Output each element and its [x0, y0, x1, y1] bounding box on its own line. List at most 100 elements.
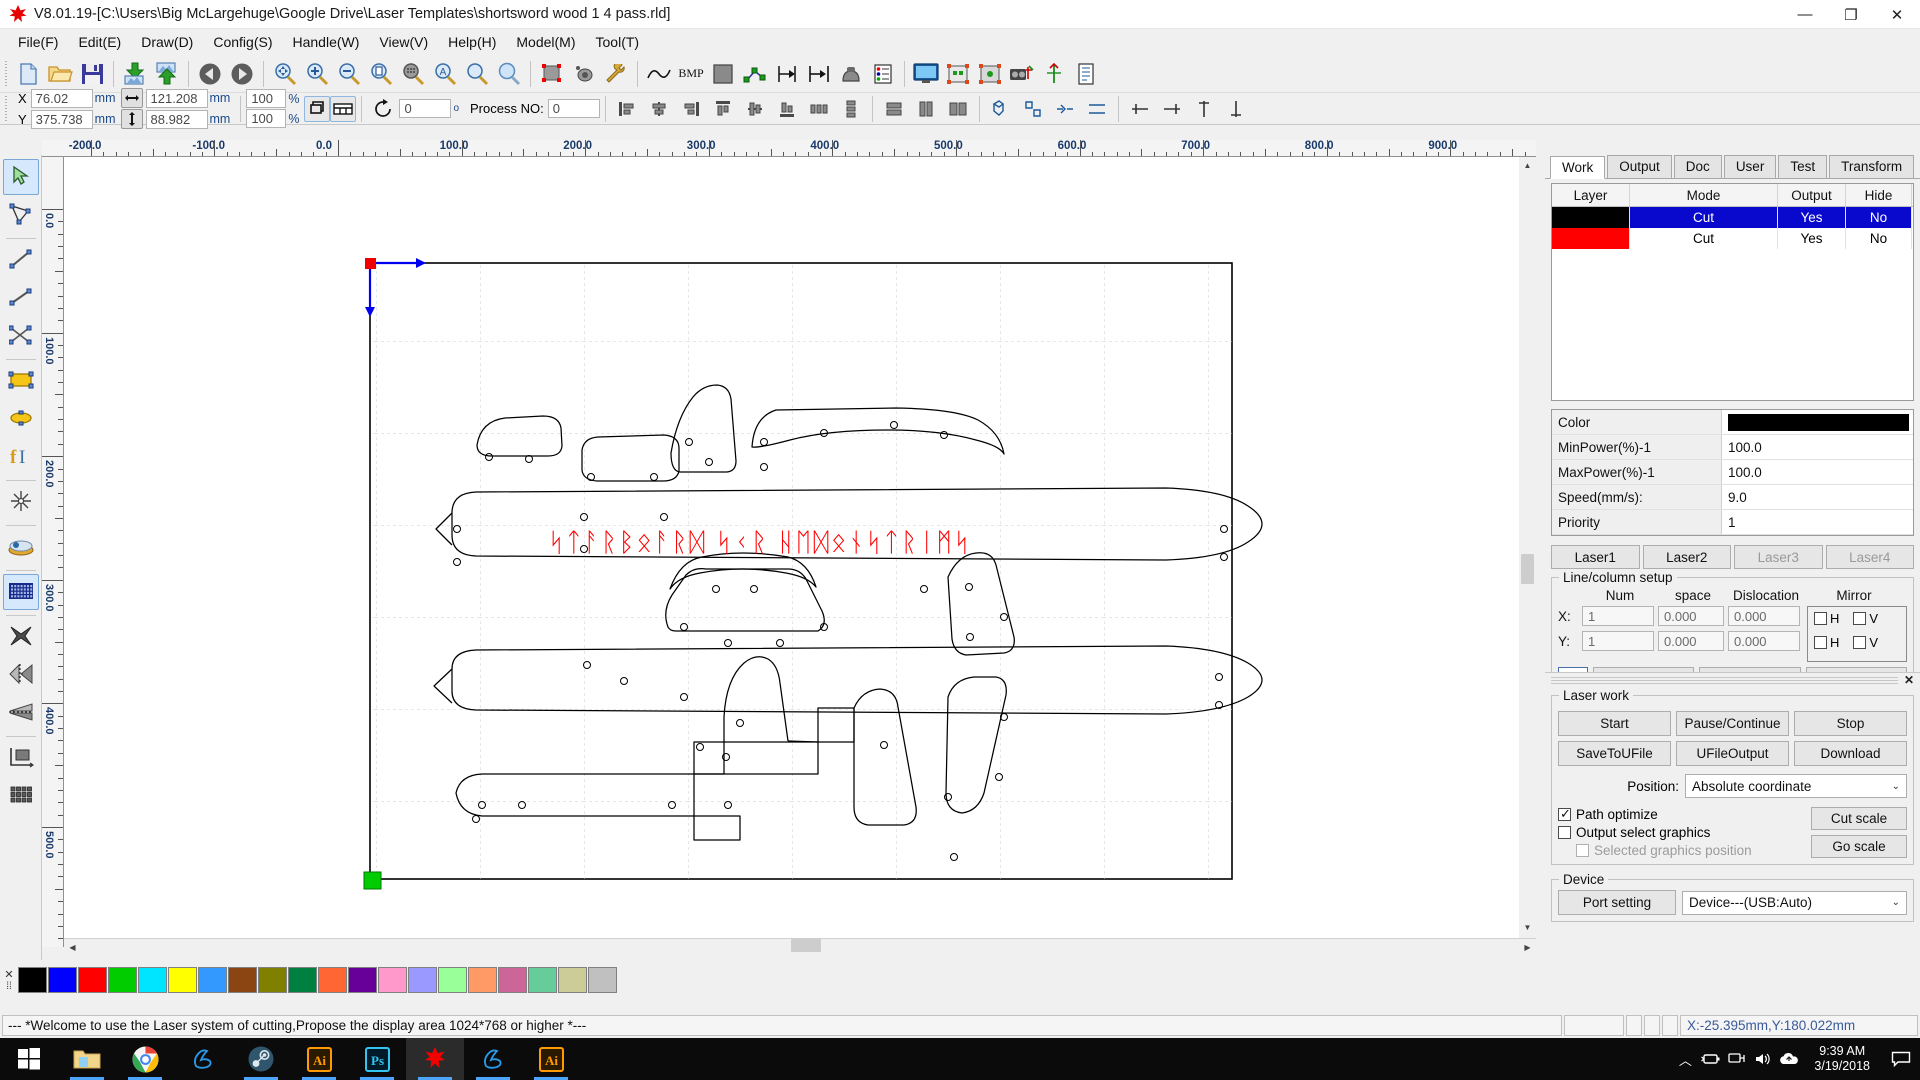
same-size-icon[interactable] [942, 93, 974, 125]
tab-work[interactable]: Work [1550, 156, 1606, 179]
snap-tool[interactable] [3, 484, 39, 520]
go-scale-button[interactable]: Go scale [1811, 835, 1907, 858]
zoom-selection-icon[interactable] [397, 58, 429, 90]
layer-row[interactable]: Cut Yes No [1552, 228, 1913, 249]
tab-output[interactable]: Output [1607, 155, 1672, 178]
tab-user[interactable]: User [1723, 155, 1777, 178]
new-file-icon[interactable] [12, 58, 44, 90]
set-array-icon[interactable] [974, 58, 1006, 90]
palette-swatch[interactable] [108, 967, 137, 993]
offset-tool[interactable] [3, 740, 39, 776]
width-lock-icon[interactable] [120, 88, 143, 108]
property-toolbar-grip[interactable] [2, 95, 9, 122]
text-tool[interactable]: fI [3, 439, 39, 475]
layer-row[interactable]: Cut Yes No [1552, 207, 1913, 228]
output-select-graphics-checkbox[interactable] [1558, 826, 1571, 839]
palette-swatch[interactable] [468, 967, 497, 993]
palette-swatch[interactable] [78, 967, 107, 993]
menu-item-filef[interactable]: File(F) [8, 31, 68, 53]
polyline-tool[interactable] [3, 280, 39, 316]
maximize-button[interactable]: ❐ [1828, 0, 1874, 29]
palette-swatch[interactable] [588, 967, 617, 993]
onedrive-icon[interactable] [1776, 1038, 1802, 1080]
palette-swatch[interactable] [498, 967, 527, 993]
pan-view-icon[interactable] [269, 58, 301, 90]
seek-icon[interactable] [835, 58, 867, 90]
menu-item-helph[interactable]: Help(H) [438, 31, 506, 53]
fill-icon[interactable] [707, 58, 739, 90]
layer-mode-cell[interactable]: Cut [1630, 228, 1778, 249]
y-input[interactable]: 375.738 [30, 109, 93, 129]
panel-dock-handle[interactable]: ✕ [1545, 673, 1920, 687]
ellipse-tool[interactable] [3, 401, 39, 437]
scroll-right-arrow[interactable]: ▶ [1519, 938, 1536, 956]
tab-doc[interactable]: Doc [1673, 155, 1722, 178]
curve-smooth-icon[interactable] [643, 58, 675, 90]
curve-c-icon[interactable] [1188, 93, 1220, 125]
offset-icon[interactable] [771, 58, 803, 90]
taskbar-clock[interactable]: 9:39 AM 3/19/2018 [1802, 1044, 1882, 1074]
layer-table[interactable]: Layer Mode Output Hide Cut Yes No Cut Yes No [1551, 183, 1914, 401]
laser-tab-4[interactable]: Laser4 [1825, 545, 1914, 569]
array-tool[interactable] [2, 574, 39, 610]
lock-aspect-icon[interactable] [304, 95, 331, 122]
palette-swatch[interactable] [228, 967, 257, 993]
taskbar-illustrator-icon-2[interactable]: Ai [522, 1038, 580, 1080]
palette-swatch[interactable] [288, 967, 317, 993]
selected-graphics-position-checkbox[interactable] [1576, 844, 1589, 857]
camera-view-icon[interactable] [1006, 58, 1038, 90]
height-lock-icon[interactable] [120, 109, 143, 129]
path-optimize-checkbox[interactable] [1558, 806, 1571, 822]
layer-color-swatch[interactable] [1552, 228, 1630, 249]
taskbar-illustrator-icon[interactable]: Ai [290, 1038, 348, 1080]
hscroll-thumb[interactable] [791, 938, 821, 952]
zoom-page-icon[interactable] [365, 58, 397, 90]
zoom-in-icon[interactable] [301, 58, 333, 90]
delete-tool[interactable] [3, 619, 39, 655]
laser-tab-1[interactable]: Laser1 [1551, 545, 1640, 569]
align-vcenter-icon[interactable] [739, 93, 771, 125]
palette-swatch[interactable] [198, 967, 227, 993]
palette-swatch[interactable] [438, 967, 467, 993]
matrix-tool[interactable] [3, 778, 39, 814]
taskbar-chrome-icon[interactable] [116, 1038, 174, 1080]
start-button[interactable]: Start [1558, 711, 1671, 736]
palette-swatch[interactable] [48, 967, 77, 993]
x-space-input[interactable]: 0.000 [1658, 606, 1724, 626]
select-tool[interactable] [2, 159, 39, 195]
layer-output-cell[interactable]: Yes [1778, 207, 1846, 228]
palette-swatch[interactable] [258, 967, 287, 993]
zoom-frame-icon[interactable] [461, 58, 493, 90]
pause-continue-button[interactable]: Pause/Continue [1676, 711, 1789, 736]
mirror-v-tool[interactable] [3, 695, 39, 731]
menu-item-drawd[interactable]: Draw(D) [131, 31, 203, 53]
x-dislocation-input[interactable]: 0.000 [1728, 606, 1800, 626]
vscroll-thumb[interactable] [1521, 554, 1534, 584]
device-select[interactable]: Device---(USB:Auto) ⌄ [1682, 890, 1907, 915]
palette-swatch[interactable] [168, 967, 197, 993]
array-icon[interactable] [803, 58, 835, 90]
measure-icon[interactable] [600, 58, 632, 90]
preview-icon[interactable] [568, 58, 600, 90]
port-setting-button[interactable]: Port setting [1558, 890, 1676, 915]
align-left-icon[interactable] [611, 93, 643, 125]
rotate-icon[interactable] [367, 93, 399, 125]
property-value[interactable]: 1 [1722, 510, 1913, 534]
x-num-input[interactable]: 1 [1582, 606, 1654, 626]
stop-button[interactable]: Stop [1794, 711, 1907, 736]
scroll-up-arrow[interactable]: ▲ [1519, 157, 1536, 174]
distribute-v-icon[interactable] [835, 93, 867, 125]
layer-color-preview[interactable] [1728, 413, 1909, 431]
palette-grip[interactable]: ⁞⁞ [6, 981, 12, 992]
bmp-handle-icon[interactable]: BMP [675, 58, 707, 90]
scale-width-input[interactable]: 100 [246, 89, 287, 108]
layer-hide-cell[interactable]: No [1846, 207, 1912, 228]
property-value[interactable] [1722, 410, 1913, 434]
taskbar-blender-icon[interactable] [174, 1038, 232, 1080]
align-bottom-icon[interactable] [771, 93, 803, 125]
same-height-icon[interactable] [910, 93, 942, 125]
node-edit-icon[interactable] [536, 58, 568, 90]
taskbar-photoshop-icon[interactable]: Ps [348, 1038, 406, 1080]
set-origin-icon[interactable] [942, 58, 974, 90]
scroll-down-arrow[interactable]: ▼ [1519, 919, 1536, 936]
